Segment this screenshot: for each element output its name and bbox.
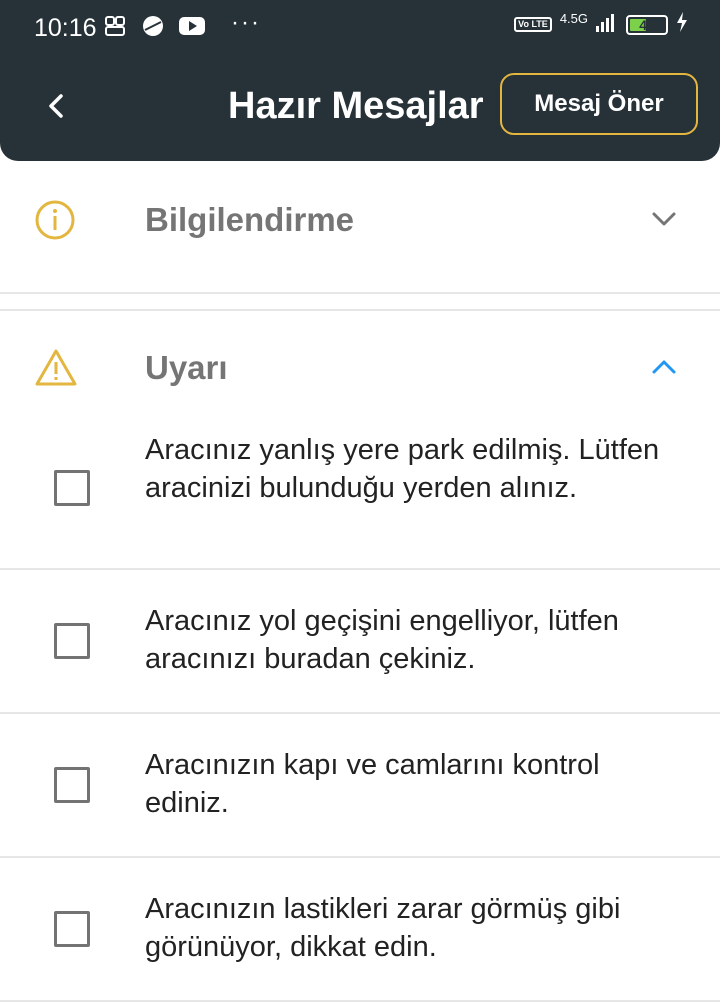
message-checkbox[interactable] xyxy=(54,623,90,659)
message-text: Aracınızın kapı ve camlarını kontrol edi… xyxy=(145,749,600,819)
game-icon xyxy=(103,14,127,38)
youtube-icon xyxy=(179,16,205,36)
section-header-info[interactable]: Bilgilendirme xyxy=(0,161,720,271)
section-title: Bilgilendirme xyxy=(145,201,355,238)
message-checkbox[interactable] xyxy=(54,911,90,947)
battery-icon: 42 xyxy=(626,14,668,35)
battery-level: 42 xyxy=(639,16,655,33)
list-item[interactable]: Aracınız yol geçişini engelliyor, lütfen… xyxy=(0,570,720,712)
back-button[interactable] xyxy=(38,88,74,124)
message-text: Aracınızın lastikleri zarar görmüş gibi … xyxy=(145,893,621,963)
list-item[interactable]: Aracınız yanlış yere park edilmiş. Lütfe… xyxy=(0,421,720,568)
status-right: Vo LTE 4.5G 42 xyxy=(514,12,688,37)
message-text: Aracınız yanlış yere park edilmiş. Lütfe… xyxy=(145,434,660,504)
volte-icon: Vo LTE xyxy=(514,17,552,32)
chevron-up-icon[interactable] xyxy=(650,357,678,382)
info-icon xyxy=(34,199,76,246)
app-header: Hazır Mesajlar Mesaj Öner xyxy=(0,50,720,161)
section-title: Uyarı xyxy=(145,349,228,386)
status-icons-left: ··· xyxy=(103,9,261,38)
chevron-left-icon xyxy=(49,94,63,118)
suggest-message-button[interactable]: Mesaj Öner xyxy=(500,73,698,135)
status-bar: 10:16 ··· Vo LTE 4.5G 42 xyxy=(0,0,720,50)
status-time: 10:16 xyxy=(34,14,97,42)
divider xyxy=(0,1000,720,1002)
divider xyxy=(0,292,720,294)
network-type: 4.5G xyxy=(559,11,588,26)
message-text: Aracınız yol geçişini engelliyor, lütfen… xyxy=(145,605,619,675)
chevron-down-icon[interactable] xyxy=(650,209,678,234)
charging-icon xyxy=(676,12,688,37)
warning-icon xyxy=(34,347,78,392)
page-title: Hazır Mesajlar xyxy=(228,85,484,127)
section-header-warning[interactable]: Uyarı xyxy=(0,311,720,421)
dribbble-icon xyxy=(141,14,165,38)
list-item[interactable]: Aracınızın kapı ve camlarını kontrol edi… xyxy=(0,714,720,856)
signal-icon xyxy=(596,12,618,37)
message-checkbox[interactable] xyxy=(54,767,90,803)
message-checkbox[interactable] xyxy=(54,470,90,506)
list-item[interactable]: Aracınızın lastikleri zarar görmüş gibi … xyxy=(0,858,720,1000)
more-notifications-icon: ··· xyxy=(231,9,261,36)
